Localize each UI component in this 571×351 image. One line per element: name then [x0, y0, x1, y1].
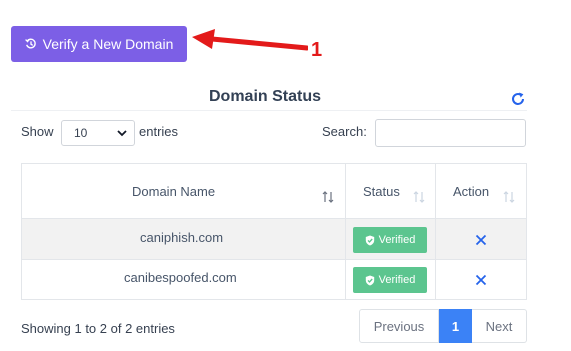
header-divider [11, 110, 527, 111]
next-page-button[interactable]: Next [472, 309, 527, 343]
shield-check-icon [365, 275, 374, 285]
shield-check-icon [365, 235, 374, 245]
column-header-domain-name[interactable]: Domain Name [21, 163, 346, 219]
sort-icon [413, 191, 425, 203]
page-title: Domain Status [208, 88, 321, 105]
close-icon[interactable] [475, 234, 487, 246]
entries-select[interactable]: 10 [61, 120, 135, 146]
chevron-down-icon [117, 130, 127, 137]
action-cell [435, 259, 527, 300]
column-header-status[interactable]: Status [345, 163, 436, 219]
table-info: Showing 1 to 2 of 2 entries [21, 321, 175, 336]
close-icon[interactable] [475, 274, 487, 286]
status-cell: Verified [345, 218, 436, 260]
column-header-label: Status [363, 184, 400, 199]
sort-icon [503, 191, 515, 203]
status-badge: Verified [353, 227, 427, 253]
action-cell [435, 218, 527, 260]
history-icon [24, 38, 36, 49]
status-badge-label: Verified [378, 234, 416, 246]
show-label: Show [21, 124, 54, 139]
status-cell: Verified [345, 259, 436, 300]
page-1-button[interactable]: 1 [439, 309, 472, 343]
column-header-label: Action [453, 184, 490, 199]
search-label: Search: [322, 124, 367, 139]
annotation-arrow [192, 29, 308, 51]
column-header-action[interactable]: Action [435, 163, 527, 219]
domain-status-table: Domain Name Status Action caniphish.com [21, 163, 527, 300]
refresh-icon[interactable] [510, 91, 526, 107]
previous-page-button[interactable]: Previous [359, 309, 439, 343]
domain-cell: caniphish.com [21, 218, 346, 260]
domain-name: caniphish.com [140, 230, 224, 245]
column-header-label: Domain Name [132, 184, 216, 199]
sort-icon [322, 191, 334, 203]
table-row: canibespoofed.com Verified [21, 259, 527, 300]
entries-select-value: 10 [74, 126, 88, 140]
entries-label: entries [139, 124, 179, 139]
status-badge-label: Verified [378, 274, 416, 286]
annotation-number: 1 [311, 39, 323, 61]
verify-new-domain-label: Verify a New Domain [42, 36, 174, 52]
search-input[interactable] [375, 119, 526, 147]
table-row: caniphish.com Verified [21, 218, 527, 260]
status-badge: Verified [353, 267, 427, 293]
domain-cell: canibespoofed.com [21, 259, 346, 300]
domain-name: canibespoofed.com [124, 270, 237, 285]
pagination: Previous 1 Next [359, 309, 527, 343]
verify-new-domain-button[interactable]: Verify a New Domain [11, 26, 187, 62]
